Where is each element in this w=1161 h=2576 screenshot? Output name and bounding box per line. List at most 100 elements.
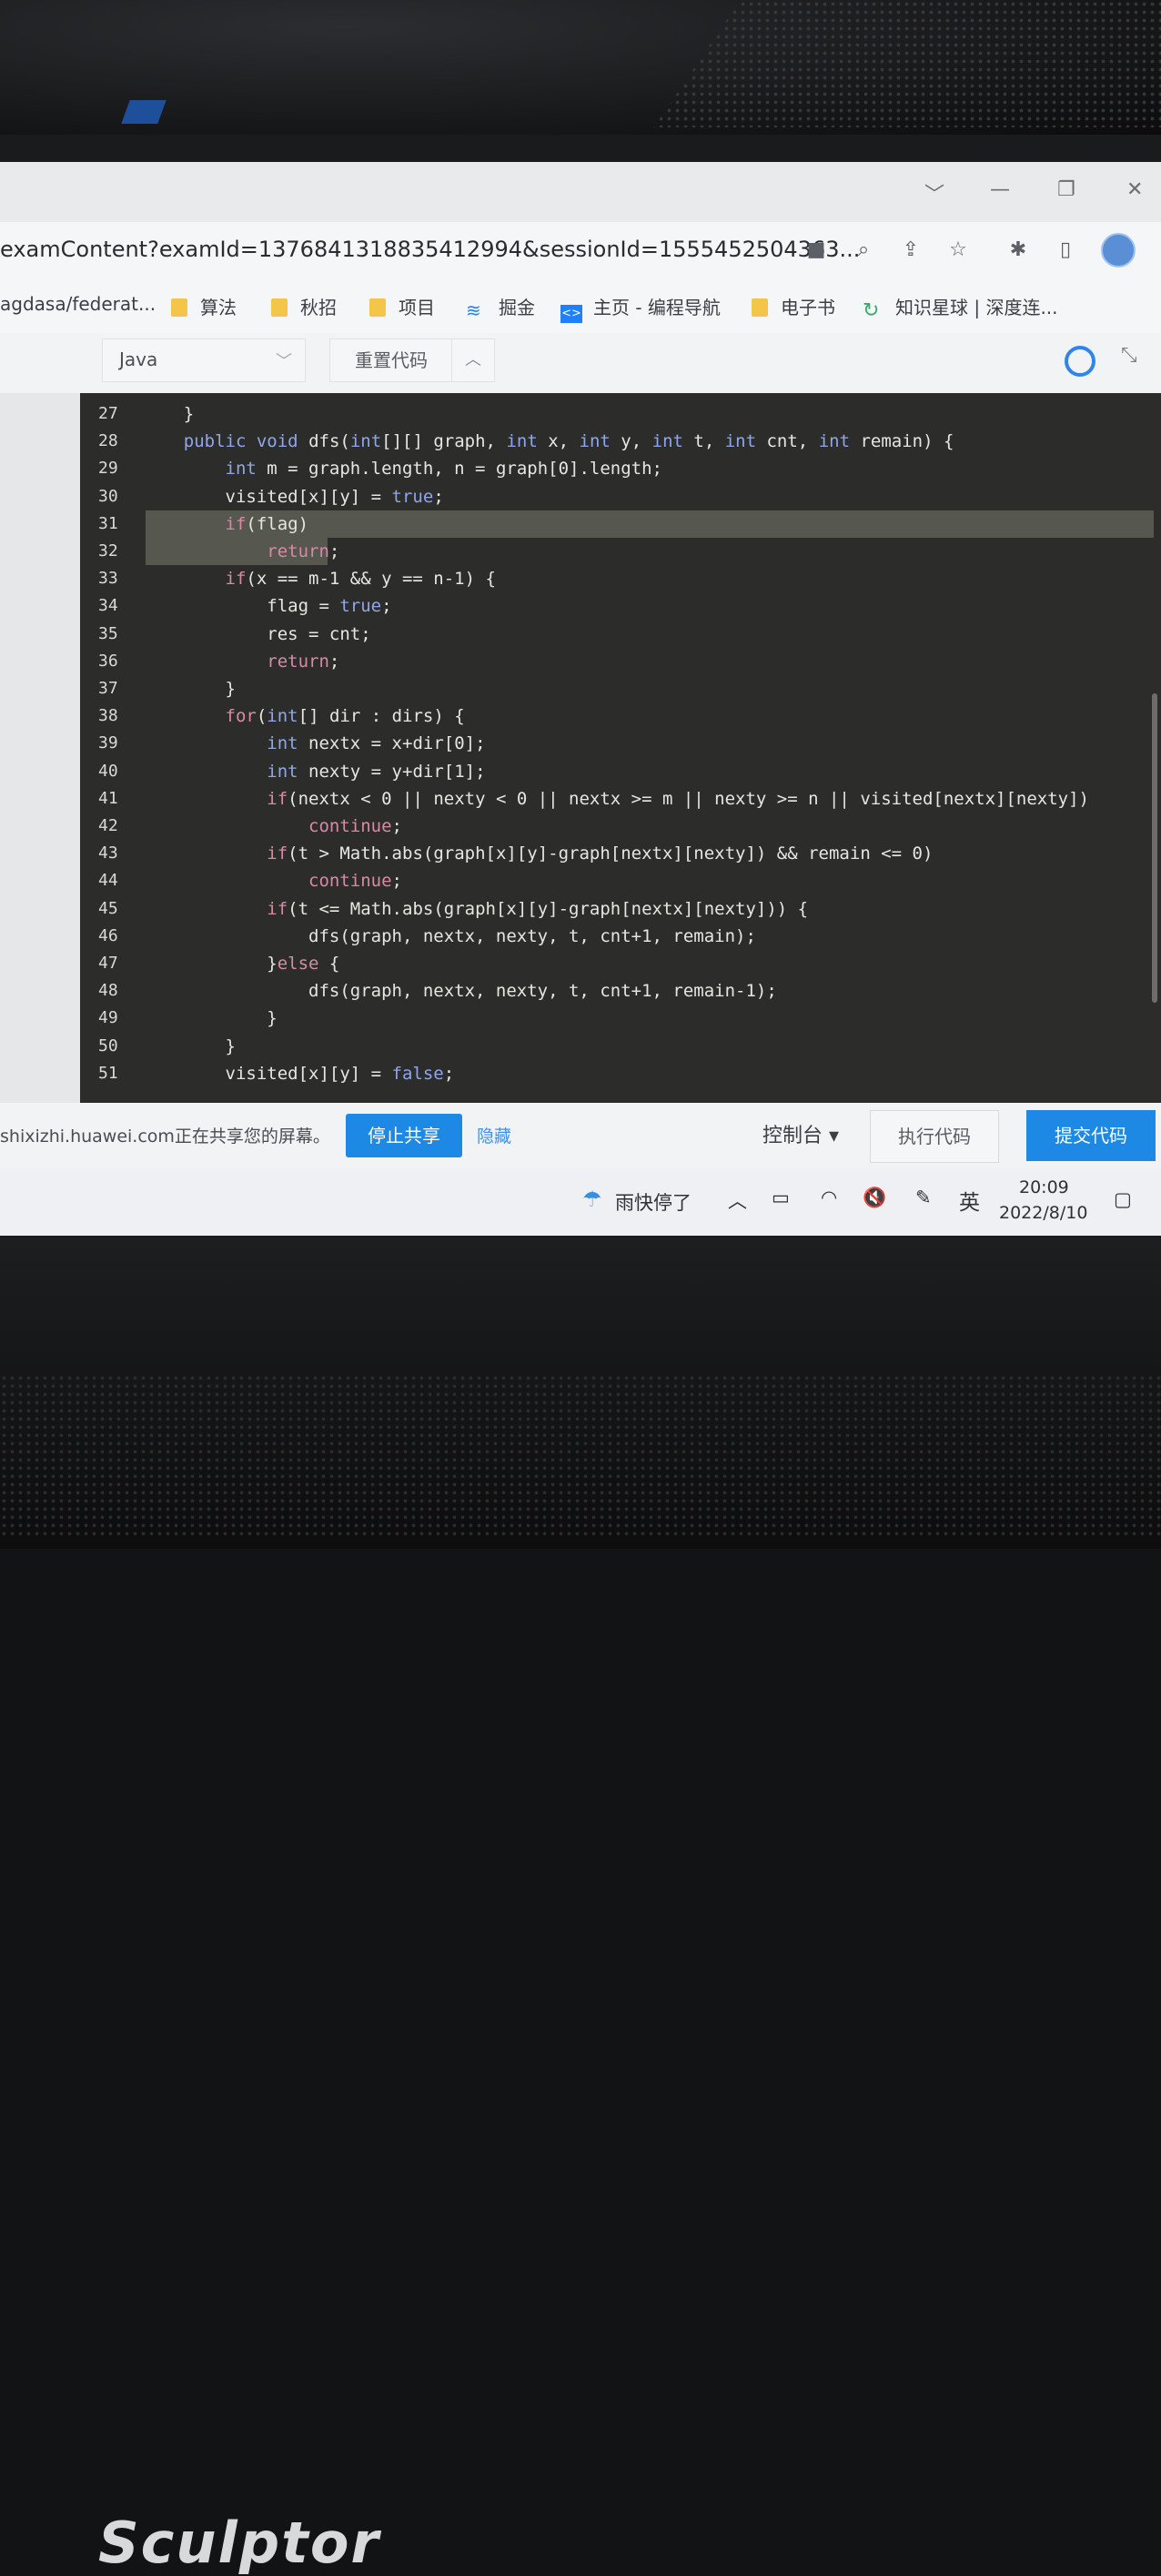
stop-share-button[interactable]: 停止共享 — [346, 1114, 462, 1157]
folder-icon — [752, 298, 768, 317]
action-bar: shixizhi.huawei.com正在共享您的屏幕。 停止共享 隐藏 控制台… — [0, 1103, 1161, 1168]
code-line[interactable]: 39 int nextx = x+dir[0]; — [80, 730, 1161, 757]
code-text: flag = true; — [142, 596, 392, 617]
code-line[interactable]: 46 dfs(graph, nextx, nexty, t, cnt+1, re… — [80, 923, 1161, 950]
code-text: res = cnt; — [142, 623, 371, 644]
extensions-icon[interactable]: ✱ — [1003, 235, 1034, 266]
code-line[interactable]: 42 continue; — [80, 813, 1161, 840]
code-line[interactable]: 40 int nexty = y+dir[1]; — [80, 758, 1161, 785]
planet-icon: ↻ — [863, 299, 880, 322]
line-number: 50 — [98, 1035, 118, 1056]
code-text: } — [142, 1008, 278, 1029]
folder-icon — [271, 298, 288, 317]
fullscreen-icon[interactable]: ⤡ — [1121, 344, 1137, 367]
code-text: for(int[] dir : dirs) { — [225, 706, 465, 727]
bookmark-item[interactable]: 算法 — [171, 293, 237, 319]
zoom-icon[interactable]: ⌕ — [848, 235, 879, 266]
code-line[interactable]: 36 return; — [80, 648, 1161, 675]
share-icon[interactable]: ⇪ — [895, 235, 926, 266]
notification-icon[interactable]: ▢ — [1114, 1188, 1132, 1210]
hide-link[interactable]: 隐藏 — [477, 1123, 511, 1147]
weather-icon[interactable]: ☂ — [582, 1187, 602, 1212]
sidebar-icon[interactable]: ▯ — [1050, 235, 1081, 266]
line-number: 33 — [98, 569, 118, 589]
tab-search-icon[interactable]: ﹀ — [924, 178, 944, 207]
pen-icon[interactable]: ✎ — [915, 1187, 932, 1208]
code-text: int nexty = y+dir[1]; — [267, 761, 486, 782]
ime-indicator[interactable]: 英 — [959, 1185, 980, 1216]
line-number: 29 — [98, 459, 118, 479]
code-line[interactable]: 43 if(t > Math.abs(graph[x][y]-graph[nex… — [80, 840, 1161, 867]
line-number: 36 — [98, 651, 118, 671]
code-line[interactable]: 34 flag = true; — [80, 592, 1161, 620]
code-line[interactable]: 29 int m = graph.length, n = graph[0].le… — [80, 455, 1161, 482]
code-editor[interactable]: 27 } 28 public void dfs(int[][] graph, in… — [80, 393, 1161, 1103]
speaker-top — [0, 0, 1161, 136]
code-line[interactable]: 44 continue; — [80, 867, 1161, 894]
bookmark-item[interactable]: agdasa/federat... — [0, 293, 156, 315]
weather-text[interactable]: 雨快停了 — [615, 1188, 692, 1216]
clock-time[interactable]: 20:09 — [1019, 1177, 1069, 1197]
restore-icon[interactable]: ❐ — [1057, 178, 1075, 201]
submit-code-button[interactable]: 提交代码 — [1026, 1110, 1156, 1161]
bookmark-item[interactable]: <> 主页 - 编程导航 — [560, 293, 721, 323]
code-nav-icon: <> — [560, 305, 582, 323]
chevron-up-icon[interactable]: ︿ — [728, 1187, 747, 1214]
code-line[interactable]: 45 if(t <= Math.abs(graph[x][y]-graph[ne… — [80, 895, 1161, 923]
reset-code-button[interactable]: 重置代码 — [329, 338, 453, 382]
left-panel — [0, 393, 80, 1103]
line-number: 43 — [98, 844, 118, 864]
blue-sticker — [121, 100, 167, 124]
clock-date[interactable]: 2022/8/10 — [999, 1203, 1087, 1223]
code-line[interactable]: 33 if(x == m-1 && y == n-1) { — [80, 565, 1161, 592]
code-text: return; — [267, 651, 340, 672]
wifi-icon[interactable]: ◠ — [821, 1187, 837, 1208]
settings-icon[interactable] — [1065, 346, 1095, 377]
code-text: }else { — [142, 954, 340, 974]
bookmark-item[interactable]: ↻ 知识星球 | 深度连... — [863, 293, 1058, 322]
code-line[interactable]: 35 res = cnt; — [80, 621, 1161, 648]
chevron-down-icon: ﹀ — [276, 352, 292, 371]
run-code-button[interactable]: 执行代码 — [870, 1110, 999, 1163]
volume-muted-icon[interactable]: 🔇 — [863, 1187, 886, 1209]
bookmarks-bar: agdasa/federat... 算法 秋招 项目 ≋ 掘金 <> 主页 - 编程… — [0, 282, 1161, 334]
line-number: 31 — [98, 513, 118, 533]
line-number: 38 — [98, 706, 118, 726]
line-number: 34 — [98, 596, 118, 616]
line-number: 37 — [98, 679, 118, 698]
camera-icon[interactable]: ■ — [801, 235, 832, 266]
code-line[interactable]: 41 if(nextx < 0 || nexty < 0 || nextx >=… — [80, 785, 1161, 813]
code-line[interactable]: 38 for(int[] dir : dirs) { — [80, 702, 1161, 730]
star-icon[interactable]: ☆ — [943, 235, 974, 266]
code-line[interactable]: 31 if(flag) — [80, 510, 1161, 538]
bookmark-item[interactable]: 秋招 — [271, 293, 337, 319]
chevron-up-icon[interactable]: ︿ — [451, 338, 495, 382]
code-line[interactable]: 27 } — [80, 400, 1161, 428]
line-number: 41 — [98, 788, 118, 808]
code-text: continue; — [308, 871, 402, 892]
screen-share-message: shixizhi.huawei.com正在共享您的屏幕。 — [0, 1126, 330, 1147]
bookmark-item[interactable]: 项目 — [369, 293, 435, 319]
url-field[interactable]: examContent?examId=1376841318835412994&s… — [0, 237, 860, 262]
code-line[interactable]: 51 visited[x][y] = false; — [80, 1060, 1161, 1087]
bookmark-item[interactable]: 电子书 — [752, 293, 835, 319]
line-number: 39 — [98, 733, 118, 753]
code-line[interactable]: 37 } — [80, 675, 1161, 702]
code-line[interactable]: 48 dfs(graph, nextx, nexty, t, cnt+1, re… — [80, 977, 1161, 1005]
console-toggle[interactable]: 控制台 ▾ — [762, 1119, 839, 1148]
language-select[interactable]: Java ﹀ — [102, 338, 306, 382]
bookmark-item[interactable]: ≋ 掘金 — [466, 293, 535, 321]
code-line[interactable]: 30 visited[x][y] = true; — [80, 483, 1161, 510]
code-line[interactable]: 50 } — [80, 1033, 1161, 1060]
code-line[interactable]: 28 public void dfs(int[][] graph, int x,… — [80, 428, 1161, 455]
code-line[interactable]: 47 }else { — [80, 950, 1161, 977]
code-line[interactable]: 32 return; — [80, 538, 1161, 565]
battery-icon[interactable]: ▭ — [772, 1187, 790, 1208]
line-number: 30 — [98, 486, 118, 506]
minimize-icon[interactable]: — — [990, 178, 1010, 201]
code-line[interactable]: 49 } — [80, 1005, 1161, 1032]
close-icon[interactable]: ✕ — [1126, 178, 1143, 201]
code-text: } — [142, 679, 236, 699]
profile-avatar[interactable] — [1101, 233, 1136, 268]
line-number: 27 — [98, 404, 118, 423]
